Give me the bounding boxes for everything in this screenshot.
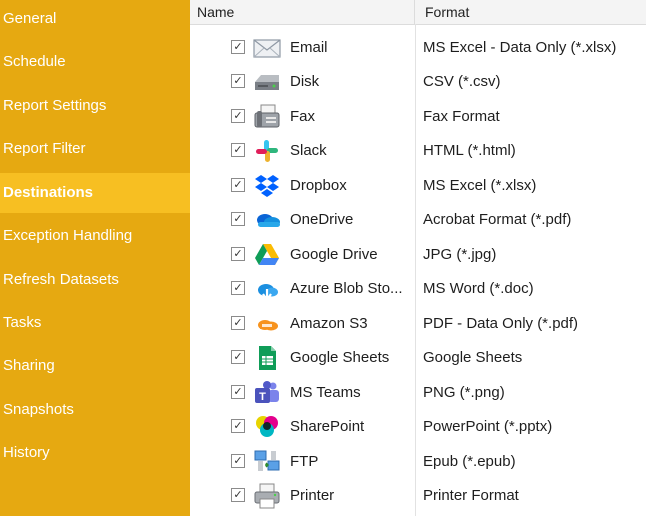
- ms-teams-icon: T: [255, 381, 279, 403]
- svg-text:T: T: [259, 391, 266, 403]
- row-format[interactable]: CSV (*.csv): [423, 65, 645, 99]
- row-checkbox[interactable]: ✓: [231, 419, 245, 433]
- azure-blob-icon: [258, 284, 278, 302]
- sharepoint-icon: [256, 416, 278, 437]
- row-checkbox[interactable]: ✓: [231, 385, 245, 399]
- sidebar-item-tasks[interactable]: Tasks: [0, 304, 190, 342]
- row-checkbox[interactable]: ✓: [231, 212, 245, 226]
- table-row[interactable]: ✓ Azure Blob Sto... MS Word (*.doc): [190, 272, 646, 306]
- row-checkbox[interactable]: ✓: [231, 40, 245, 54]
- table-row[interactable]: ✓ Disk CSV (*.csv): [190, 65, 646, 99]
- sidebar-item-destinations[interactable]: Destinations: [0, 173, 190, 213]
- column-header-format[interactable]: Format: [416, 0, 646, 24]
- row-format[interactable]: PDF - Data Only (*.pdf): [423, 307, 645, 341]
- table-row[interactable]: ✓ FTP Epub (*.epub): [190, 445, 646, 479]
- row-format[interactable]: MS Excel - Data Only (*.xlsx): [423, 31, 645, 65]
- sidebar-item-report-settings[interactable]: Report Settings: [0, 87, 190, 125]
- ftp-icon: [254, 450, 280, 471]
- row-format[interactable]: Fax Format: [423, 100, 645, 134]
- row-name: Email: [290, 39, 328, 56]
- sidebar-item-refresh-datasets[interactable]: Refresh Datasets: [0, 261, 190, 299]
- row-name: Disk: [290, 73, 320, 90]
- table-row[interactable]: ✓ OneDrive Acrobat Format (*.pdf): [190, 203, 646, 237]
- row-checkbox[interactable]: ✓: [231, 350, 245, 364]
- row-checkbox[interactable]: ✓: [231, 316, 245, 330]
- sidebar-item-sharing[interactable]: Sharing: [0, 347, 190, 385]
- row-format[interactable]: Epub (*.epub): [423, 445, 645, 479]
- row-name: MS Teams: [290, 384, 361, 401]
- row-checkbox[interactable]: ✓: [231, 143, 245, 157]
- sidebar-nav: General Schedule Report Settings Report …: [0, 0, 190, 516]
- table-row[interactable]: ✓ Fax Fax Format: [190, 100, 646, 134]
- row-name: Google Drive: [290, 246, 378, 263]
- row-name: Azure Blob Sto...: [290, 280, 403, 297]
- row-format[interactable]: HTML (*.html): [423, 134, 645, 168]
- row-name: Amazon S3: [290, 315, 368, 332]
- sidebar-item-exception-handling[interactable]: Exception Handling: [0, 217, 190, 255]
- row-name: OneDrive: [290, 211, 354, 228]
- row-name: Google Sheets: [290, 349, 390, 366]
- column-header-name[interactable]: Name: [190, 0, 415, 24]
- google-drive-icon: [255, 244, 279, 265]
- table-row[interactable]: ✓ Printer Printer Format: [190, 479, 646, 513]
- row-format[interactable]: Google Sheets: [423, 341, 645, 375]
- printer-icon: [254, 483, 280, 509]
- table-row[interactable]: ✓ Dropbox MS Excel (*.xlsx): [190, 169, 646, 203]
- table-row[interactable]: ✓ Slack HTML (*.html): [190, 134, 646, 168]
- row-format[interactable]: MS Excel (*.xlsx): [423, 169, 645, 203]
- row-checkbox[interactable]: ✓: [231, 488, 245, 502]
- disk-icon: [255, 75, 279, 90]
- sidebar-item-history[interactable]: History: [0, 434, 190, 472]
- dropbox-icon: [255, 175, 279, 197]
- row-name: SharePoint: [290, 418, 365, 435]
- row-format[interactable]: JPG (*.jpg): [423, 238, 645, 272]
- row-checkbox[interactable]: ✓: [231, 74, 245, 88]
- row-name: Printer: [290, 487, 335, 504]
- sidebar-item-snapshots[interactable]: Snapshots: [0, 391, 190, 429]
- grid-header: Name Format: [190, 0, 646, 25]
- row-checkbox[interactable]: ✓: [231, 281, 245, 295]
- row-name: FTP: [290, 453, 319, 470]
- onedrive-icon: [257, 214, 280, 227]
- row-name: Dropbox: [290, 177, 347, 194]
- table-row[interactable]: ✓ Amazon S3 PDF - Data Only (*.pdf): [190, 307, 646, 341]
- table-row[interactable]: ✓ SharePoint PowerPoint (*.pptx): [190, 410, 646, 444]
- row-name: Slack: [290, 142, 327, 159]
- amazon-s3-icon: [258, 320, 278, 331]
- row-format[interactable]: PNG (*.png): [423, 376, 645, 410]
- fax-icon: [254, 104, 280, 128]
- sidebar-item-general[interactable]: General: [0, 0, 190, 38]
- table-row[interactable]: ✓ T MS Teams PNG (*.png): [190, 376, 646, 410]
- row-format[interactable]: PowerPoint (*.pptx): [423, 410, 645, 444]
- row-checkbox[interactable]: ✓: [231, 178, 245, 192]
- row-name: Fax: [290, 108, 316, 125]
- table-row[interactable]: ✓ Google Sheets Google Sheets: [190, 341, 646, 375]
- row-checkbox[interactable]: ✓: [231, 109, 245, 123]
- google-sheets-icon: [259, 346, 276, 370]
- row-format[interactable]: Acrobat Format (*.pdf): [423, 203, 645, 237]
- row-format[interactable]: Printer Format: [423, 479, 645, 513]
- table-row[interactable]: ✓ Google Drive JPG (*.jpg): [190, 238, 646, 272]
- slack-icon: [256, 140, 278, 162]
- sidebar-item-report-filter[interactable]: Report Filter: [0, 130, 190, 168]
- table-row[interactable]: ✓ Email MS Excel - Data Only (*.xlsx): [190, 31, 646, 65]
- sidebar-item-schedule[interactable]: Schedule: [0, 43, 190, 81]
- row-format[interactable]: MS Word (*.doc): [423, 272, 645, 306]
- email-icon: [253, 39, 281, 58]
- destinations-grid: Name Format ✓ Email MS Excel - Data Only…: [190, 0, 646, 516]
- row-checkbox[interactable]: ✓: [231, 247, 245, 261]
- row-checkbox[interactable]: ✓: [231, 454, 245, 468]
